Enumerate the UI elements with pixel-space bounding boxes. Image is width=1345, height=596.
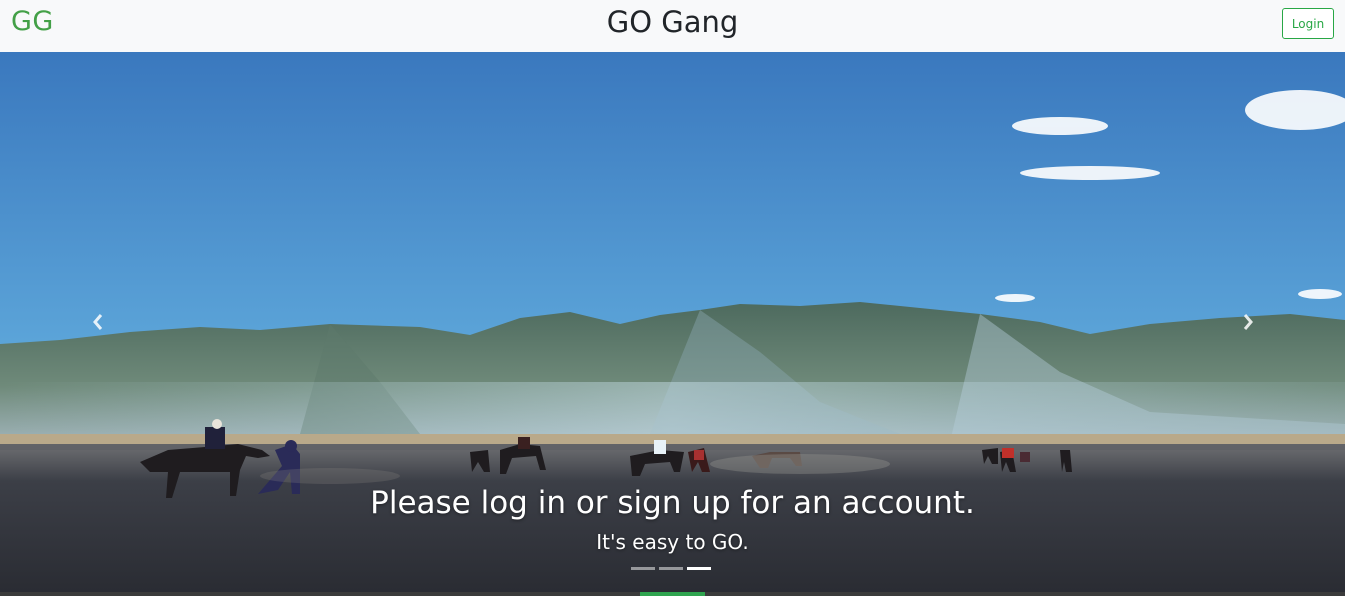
green-element-edge [640,592,705,596]
carousel-caption: Please log in or sign up for an account.… [0,482,1345,556]
chevron-left-icon [93,314,103,330]
carousel-prev-button[interactable] [78,304,118,340]
hero-carousel: Please log in or sign up for an account.… [0,52,1345,592]
navbar: GG GO Gang Login [0,0,1345,52]
login-button[interactable]: Login [1282,8,1334,39]
carousel-indicator-2[interactable] [659,567,683,570]
caption-subheading: It's easy to GO. [596,530,749,554]
carousel-indicator-3[interactable] [687,567,711,570]
carousel-indicators [631,567,711,570]
page-title: GO Gang [606,5,739,39]
carousel-indicator-1[interactable] [631,567,655,570]
carousel-next-button[interactable] [1228,304,1268,340]
next-section-edge [0,592,1345,596]
chevron-right-icon [1243,314,1253,330]
caption-heading: Please log in or sign up for an account. [370,485,975,521]
